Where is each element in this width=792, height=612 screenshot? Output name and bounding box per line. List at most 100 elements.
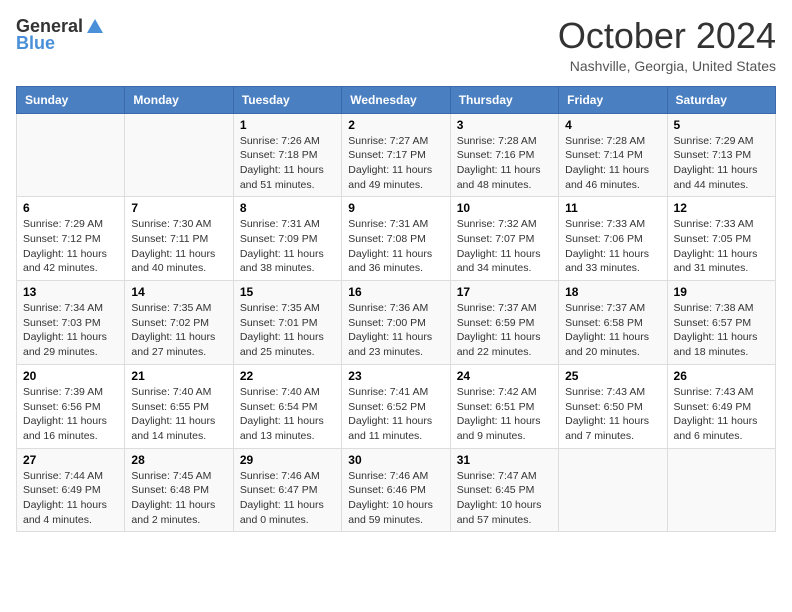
day-info: Sunrise: 7:45 AM Sunset: 6:48 PM Dayligh… (131, 469, 226, 528)
calendar-day-cell (125, 113, 233, 197)
day-number: 27 (23, 453, 118, 467)
day-number: 16 (348, 285, 443, 299)
day-info: Sunrise: 7:42 AM Sunset: 6:51 PM Dayligh… (457, 385, 552, 444)
calendar-week-row: 27Sunrise: 7:44 AM Sunset: 6:49 PM Dayli… (17, 448, 776, 532)
day-number: 26 (674, 369, 769, 383)
day-of-week-header: Tuesday (233, 86, 341, 113)
calendar-body: 1 Sunrise: 7:26 AM Sunset: 7:18 PM Daylig… (17, 113, 776, 532)
calendar-day-cell: 23Sunrise: 7:41 AM Sunset: 6:52 PM Dayli… (342, 364, 450, 448)
calendar-day-cell: 4 Sunrise: 7:28 AM Sunset: 7:14 PM Daylig… (559, 113, 667, 197)
calendar-week-row: 6Sunrise: 7:29 AM Sunset: 7:12 PM Daylig… (17, 197, 776, 281)
day-number: 2 (348, 118, 443, 132)
day-info: Sunrise: 7:26 AM Sunset: 7:18 PM Dayligh… (240, 134, 335, 193)
day-number: 24 (457, 369, 552, 383)
calendar-day-cell (559, 448, 667, 532)
calendar-day-cell: 10 Sunrise: 7:32 AM Sunset: 7:07 PM Dayli… (450, 197, 558, 281)
calendar-day-cell: 26 Sunrise: 7:43 AM Sunset: 6:49 PM Dayli… (667, 364, 775, 448)
calendar-day-cell: 22 Sunrise: 7:40 AM Sunset: 6:54 PM Dayli… (233, 364, 341, 448)
calendar-day-cell: 3 Sunrise: 7:28 AM Sunset: 7:16 PM Daylig… (450, 113, 558, 197)
day-number: 25 (565, 369, 660, 383)
day-number: 18 (565, 285, 660, 299)
calendar-day-cell: 19 Sunrise: 7:38 AM Sunset: 6:57 PM Dayli… (667, 281, 775, 365)
day-number: 31 (457, 453, 552, 467)
calendar-day-cell: 28 Sunrise: 7:45 AM Sunset: 6:48 PM Dayli… (125, 448, 233, 532)
day-info: Sunrise: 7:31 AM Sunset: 7:09 PM Dayligh… (240, 217, 335, 276)
day-info: Sunrise: 7:43 AM Sunset: 6:50 PM Dayligh… (565, 385, 660, 444)
day-number: 10 (457, 201, 552, 215)
day-info: Sunrise: 7:46 AM Sunset: 6:47 PM Dayligh… (240, 469, 335, 528)
calendar-day-cell: 24 Sunrise: 7:42 AM Sunset: 6:51 PM Dayli… (450, 364, 558, 448)
day-info: Sunrise: 7:30 AM Sunset: 7:11 PM Dayligh… (131, 217, 226, 276)
header-row: SundayMondayTuesdayWednesdayThursdayFrid… (17, 86, 776, 113)
day-number: 21 (131, 369, 226, 383)
logo: General Blue (16, 16, 105, 54)
day-number: 12 (674, 201, 769, 215)
day-of-week-header: Sunday (17, 86, 125, 113)
page-header: General Blue October 2024 Nashville, Geo… (16, 16, 776, 74)
calendar-day-cell: 31 Sunrise: 7:47 AM Sunset: 6:45 PM Dayli… (450, 448, 558, 532)
day-number: 4 (565, 118, 660, 132)
day-info: Sunrise: 7:33 AM Sunset: 7:05 PM Dayligh… (674, 217, 769, 276)
calendar-day-cell (17, 113, 125, 197)
calendar-day-cell: 8 Sunrise: 7:31 AM Sunset: 7:09 PM Daylig… (233, 197, 341, 281)
day-number: 11 (565, 201, 660, 215)
day-info: Sunrise: 7:38 AM Sunset: 6:57 PM Dayligh… (674, 301, 769, 360)
calendar-day-cell: 7 Sunrise: 7:30 AM Sunset: 7:11 PM Daylig… (125, 197, 233, 281)
logo-icon (85, 17, 105, 37)
day-number: 3 (457, 118, 552, 132)
day-of-week-header: Monday (125, 86, 233, 113)
calendar-table: SundayMondayTuesdayWednesdayThursdayFrid… (16, 86, 776, 533)
calendar-day-cell: 18 Sunrise: 7:37 AM Sunset: 6:58 PM Dayli… (559, 281, 667, 365)
calendar-week-row: 20 Sunrise: 7:39 AM Sunset: 6:56 PM Dayli… (17, 364, 776, 448)
day-info: Sunrise: 7:27 AM Sunset: 7:17 PM Dayligh… (348, 134, 443, 193)
day-info: Sunrise: 7:31 AM Sunset: 7:08 PM Dayligh… (348, 217, 443, 276)
calendar-day-cell: 12 Sunrise: 7:33 AM Sunset: 7:05 PM Dayli… (667, 197, 775, 281)
calendar-day-cell: 29Sunrise: 7:46 AM Sunset: 6:47 PM Dayli… (233, 448, 341, 532)
day-number: 7 (131, 201, 226, 215)
day-number: 8 (240, 201, 335, 215)
day-number: 22 (240, 369, 335, 383)
day-number: 20 (23, 369, 118, 383)
day-info: Sunrise: 7:34 AM Sunset: 7:03 PM Dayligh… (23, 301, 118, 360)
calendar-day-cell: 11Sunrise: 7:33 AM Sunset: 7:06 PM Dayli… (559, 197, 667, 281)
calendar-day-cell: 5 Sunrise: 7:29 AM Sunset: 7:13 PM Daylig… (667, 113, 775, 197)
day-info: Sunrise: 7:40 AM Sunset: 6:55 PM Dayligh… (131, 385, 226, 444)
day-number: 6 (23, 201, 118, 215)
day-info: Sunrise: 7:35 AM Sunset: 7:02 PM Dayligh… (131, 301, 226, 360)
day-info: Sunrise: 7:32 AM Sunset: 7:07 PM Dayligh… (457, 217, 552, 276)
calendar-week-row: 1 Sunrise: 7:26 AM Sunset: 7:18 PM Daylig… (17, 113, 776, 197)
day-info: Sunrise: 7:46 AM Sunset: 6:46 PM Dayligh… (348, 469, 443, 528)
calendar-day-cell: 6Sunrise: 7:29 AM Sunset: 7:12 PM Daylig… (17, 197, 125, 281)
day-info: Sunrise: 7:28 AM Sunset: 7:16 PM Dayligh… (457, 134, 552, 193)
day-info: Sunrise: 7:37 AM Sunset: 6:59 PM Dayligh… (457, 301, 552, 360)
calendar-day-cell: 21 Sunrise: 7:40 AM Sunset: 6:55 PM Dayli… (125, 364, 233, 448)
day-number: 13 (23, 285, 118, 299)
day-number: 19 (674, 285, 769, 299)
calendar-header: SundayMondayTuesdayWednesdayThursdayFrid… (17, 86, 776, 113)
calendar-day-cell: 30Sunrise: 7:46 AM Sunset: 6:46 PM Dayli… (342, 448, 450, 532)
day-info: Sunrise: 7:36 AM Sunset: 7:00 PM Dayligh… (348, 301, 443, 360)
logo-blue-text: Blue (16, 33, 55, 54)
day-info: Sunrise: 7:37 AM Sunset: 6:58 PM Dayligh… (565, 301, 660, 360)
month-title: October 2024 (558, 16, 776, 56)
calendar-day-cell: 15Sunrise: 7:35 AM Sunset: 7:01 PM Dayli… (233, 281, 341, 365)
day-number: 1 (240, 118, 335, 132)
day-of-week-header: Thursday (450, 86, 558, 113)
day-of-week-header: Friday (559, 86, 667, 113)
day-info: Sunrise: 7:29 AM Sunset: 7:13 PM Dayligh… (674, 134, 769, 193)
calendar-day-cell: 25 Sunrise: 7:43 AM Sunset: 6:50 PM Dayli… (559, 364, 667, 448)
day-info: Sunrise: 7:28 AM Sunset: 7:14 PM Dayligh… (565, 134, 660, 193)
calendar-day-cell: 13 Sunrise: 7:34 AM Sunset: 7:03 PM Dayli… (17, 281, 125, 365)
day-number: 14 (131, 285, 226, 299)
day-info: Sunrise: 7:39 AM Sunset: 6:56 PM Dayligh… (23, 385, 118, 444)
day-number: 9 (348, 201, 443, 215)
day-info: Sunrise: 7:43 AM Sunset: 6:49 PM Dayligh… (674, 385, 769, 444)
day-number: 5 (674, 118, 769, 132)
calendar-day-cell (667, 448, 775, 532)
day-info: Sunrise: 7:40 AM Sunset: 6:54 PM Dayligh… (240, 385, 335, 444)
day-info: Sunrise: 7:47 AM Sunset: 6:45 PM Dayligh… (457, 469, 552, 528)
calendar-day-cell: 20 Sunrise: 7:39 AM Sunset: 6:56 PM Dayli… (17, 364, 125, 448)
day-number: 28 (131, 453, 226, 467)
calendar-day-cell: 17Sunrise: 7:37 AM Sunset: 6:59 PM Dayli… (450, 281, 558, 365)
calendar-day-cell: 16 Sunrise: 7:36 AM Sunset: 7:00 PM Dayli… (342, 281, 450, 365)
